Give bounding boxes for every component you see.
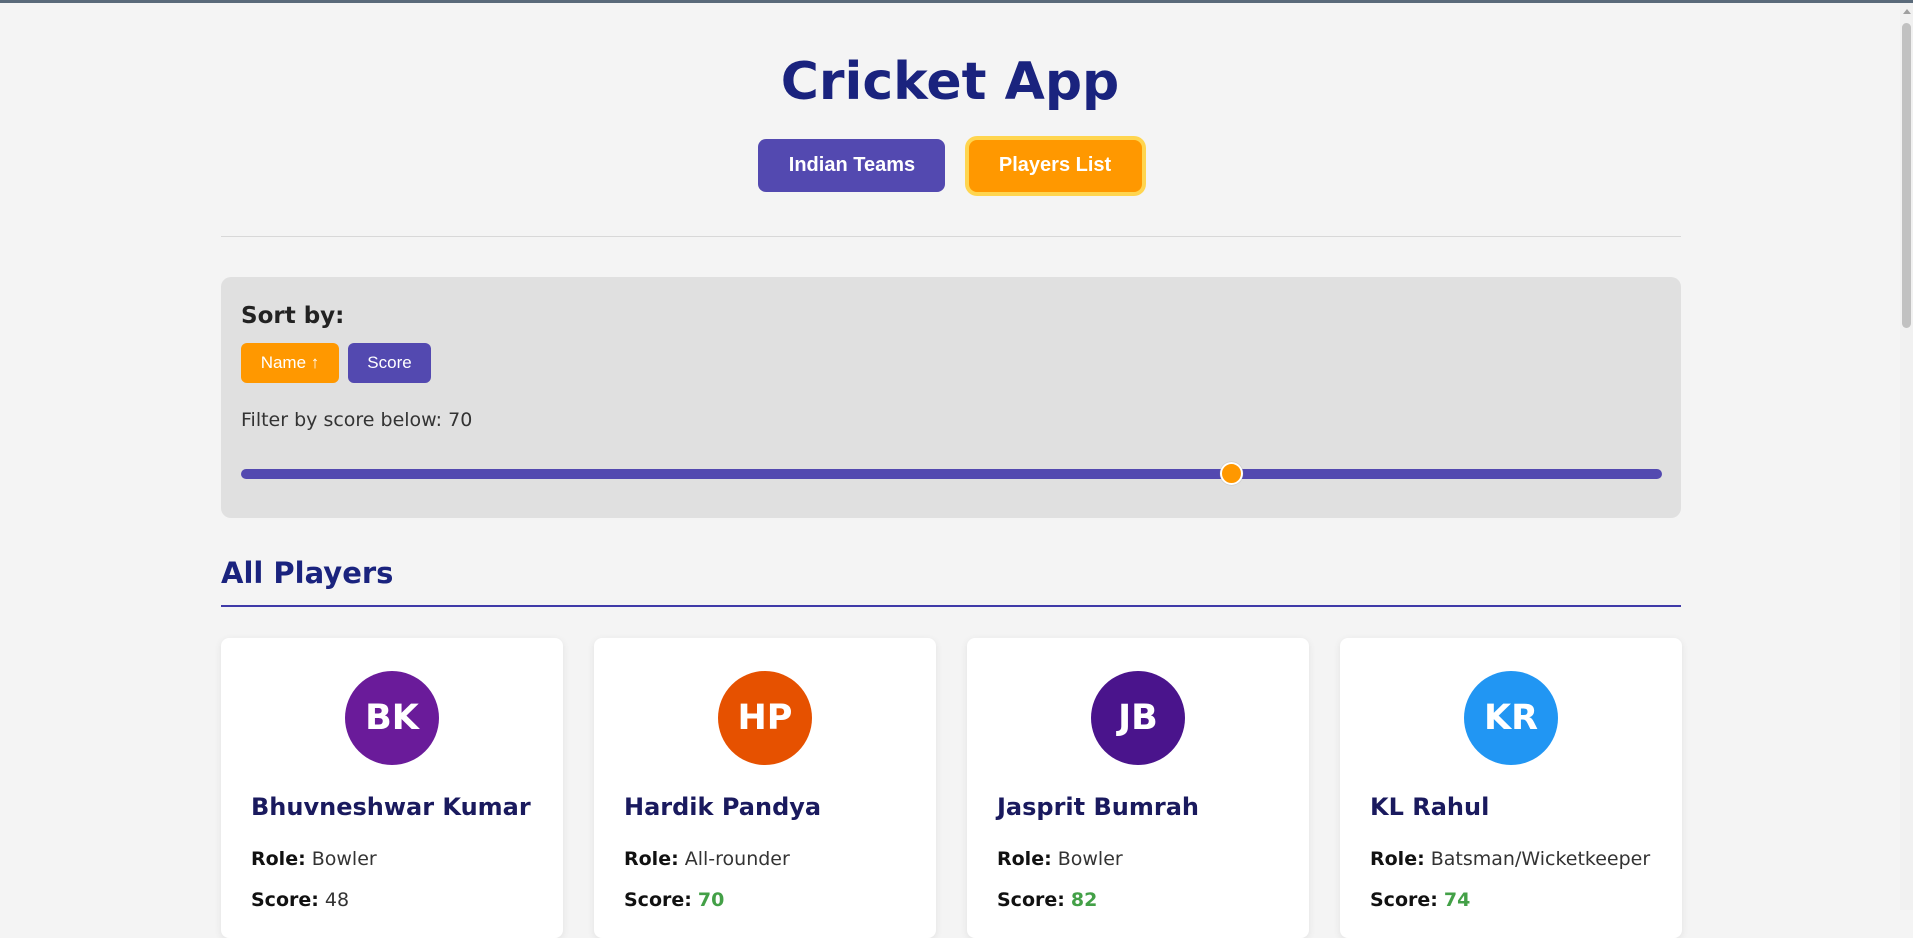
sort-name-button[interactable]: Name ↑ bbox=[241, 343, 339, 383]
filter-label: Filter by score below: 70 bbox=[241, 409, 472, 431]
section-title: All Players bbox=[221, 556, 394, 590]
player-score: Score: 48 bbox=[251, 889, 349, 911]
player-card[interactable]: JB Jasprit Bumrah Role: Bowler Score: 82 bbox=[967, 638, 1309, 938]
score-value: 48 bbox=[324, 889, 350, 911]
sort-score-button[interactable]: Score bbox=[348, 343, 431, 383]
score-label: Score: bbox=[997, 889, 1065, 911]
score-label: Score: bbox=[251, 889, 319, 911]
app-title: Cricket App bbox=[780, 52, 1120, 112]
page-scrollbar[interactable] bbox=[1900, 3, 1913, 910]
section-underline bbox=[221, 605, 1681, 607]
player-card[interactable]: HP Hardik Pandya Role: All-rounder Score: 7… bbox=[594, 638, 936, 938]
player-role: Role: Bowler bbox=[251, 848, 377, 870]
player-name: Hardik Pandya bbox=[624, 793, 822, 821]
player-avatar: JB bbox=[1091, 671, 1185, 765]
player-score: Score: 70 bbox=[624, 889, 724, 911]
window-top-border bbox=[0, 0, 1913, 3]
player-avatar: HP bbox=[718, 671, 812, 765]
role-value: Bowler bbox=[311, 848, 377, 870]
player-avatar: KR bbox=[1464, 671, 1558, 765]
player-score: Score: 82 bbox=[997, 889, 1097, 911]
role-value: Batsman/Wicketkeeper bbox=[1430, 848, 1651, 870]
filter-value: 70 bbox=[448, 409, 473, 431]
player-role: Role: Bowler bbox=[997, 848, 1123, 870]
role-label: Role: bbox=[251, 848, 306, 870]
players-list-button[interactable]: Players List bbox=[968, 139, 1142, 192]
sort-label: Sort by: bbox=[241, 303, 345, 329]
indian-teams-button[interactable]: Indian Teams bbox=[758, 139, 946, 192]
role-label: Role: bbox=[997, 848, 1052, 870]
score-value: 70 bbox=[697, 889, 725, 911]
role-value: Bowler bbox=[1057, 848, 1123, 870]
player-name: Jasprit Bumrah bbox=[997, 793, 1199, 821]
player-name: Bhuvneshwar Kumar bbox=[251, 793, 531, 821]
score-value: 74 bbox=[1443, 889, 1471, 911]
slider-track[interactable] bbox=[241, 469, 1662, 479]
player-card[interactable]: BK Bhuvneshwar Kumar Role: Bowler Score: 48 bbox=[221, 638, 563, 938]
role-label: Role: bbox=[624, 848, 679, 870]
main-nav: Indian Teams Players List bbox=[0, 139, 1900, 192]
player-card[interactable]: KR KL Rahul Role: Batsman/Wicketkeeper Scor… bbox=[1340, 638, 1682, 938]
player-role: Role: All-rounder bbox=[624, 848, 790, 870]
role-value: All-rounder bbox=[684, 848, 790, 870]
player-role: Role: Batsman/Wicketkeeper bbox=[1370, 848, 1650, 870]
role-label: Role: bbox=[1370, 848, 1425, 870]
scrollbar-thumb[interactable] bbox=[1902, 23, 1911, 328]
player-score: Score: 74 bbox=[1370, 889, 1470, 911]
header-divider bbox=[221, 236, 1681, 237]
filter-label-text: Filter by score below: bbox=[241, 409, 449, 431]
player-name: KL Rahul bbox=[1370, 793, 1490, 821]
slider-thumb[interactable] bbox=[1219, 462, 1243, 485]
score-label: Score: bbox=[1370, 889, 1438, 911]
scroll-up-arrow-icon[interactable] bbox=[1903, 9, 1911, 14]
score-value: 82 bbox=[1070, 889, 1098, 911]
score-filter-slider[interactable] bbox=[241, 459, 1662, 489]
player-avatar: BK bbox=[345, 671, 439, 765]
score-label: Score: bbox=[624, 889, 692, 911]
controls-panel: Sort by: Name ↑ Score Filter by score be… bbox=[221, 277, 1681, 518]
